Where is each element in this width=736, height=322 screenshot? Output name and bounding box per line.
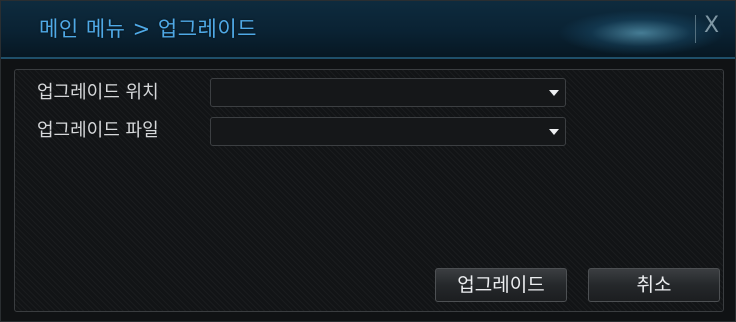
upgrade-location-label: 업그레이드 위치 [37, 82, 159, 103]
title-separator [695, 15, 696, 43]
cancel-button[interactable]: 취소 [588, 268, 720, 302]
close-icon[interactable]: X [704, 13, 719, 38]
chevron-down-icon [549, 129, 559, 135]
upgrade-dialog: 메인 메뉴 > 업그레이드 X 업그레이드 위치 업그레이드 파일 업그레이드 … [0, 0, 736, 322]
dialog-title: 메인 메뉴 > 업그레이드 [39, 17, 258, 41]
upgrade-file-label: 업그레이드 파일 [37, 120, 159, 141]
upgrade-location-select[interactable] [210, 78, 566, 107]
upgrade-file-select[interactable] [210, 117, 566, 146]
upgrade-button[interactable]: 업그레이드 [435, 268, 567, 302]
title-bar: 메인 메뉴 > 업그레이드 X [1, 1, 735, 59]
chevron-down-icon [549, 90, 559, 96]
upgrade-panel: 업그레이드 위치 업그레이드 파일 업그레이드 취소 [14, 69, 724, 312]
